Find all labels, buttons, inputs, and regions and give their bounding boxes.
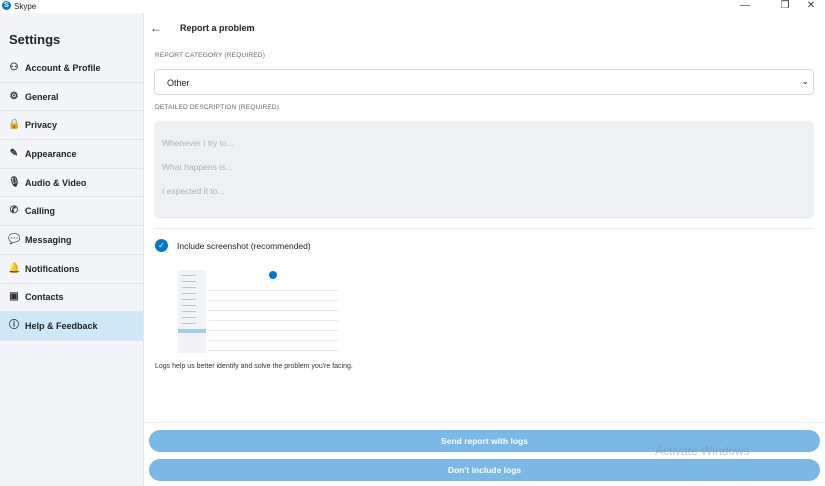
dont-include-logs-button[interactable]: Don't include logs <box>149 459 820 481</box>
placeholder-line: I expected it to... <box>162 186 225 196</box>
title-bar: S Skype — ❐ ✕ <box>0 0 825 13</box>
skype-logo-icon: S <box>2 1 11 10</box>
lock-icon: 🔒 <box>8 119 21 131</box>
sidebar-item-label: Privacy <box>25 120 58 131</box>
sidebar-item-appearance[interactable]: ✎ Appearance <box>0 140 143 169</box>
settings-sidebar: Settings ⚇ Account & Profile ⚙ General 🔒 Priv… <box>0 13 144 486</box>
page-title: Report a problem <box>180 23 255 33</box>
minimize-button[interactable]: — <box>735 0 755 12</box>
sidebar-item-messaging[interactable]: 💬 Messaging <box>0 226 143 255</box>
sidebar-item-label: Appearance <box>25 148 77 159</box>
sidebar-item-calling[interactable]: ✆ Calling <box>0 197 143 227</box>
person-icon: ⚇ <box>9 61 19 73</box>
category-select[interactable]: Other ⌄ <box>154 69 814 95</box>
sidebar-item-audio-video[interactable]: 🎙 Audio & Video <box>0 169 143 198</box>
bell-icon: 🔔 <box>8 262 21 274</box>
screenshot-thumbnail <box>178 270 340 353</box>
gear-icon: ⚙ <box>9 90 19 102</box>
sidebar-item-help-feedback[interactable]: ⓘ Help & Feedback <box>0 312 143 341</box>
chat-icon: 💬 <box>8 233 21 245</box>
placeholder-line: Whenever I try to... <box>162 138 234 148</box>
back-arrow-icon[interactable]: ← <box>150 21 162 35</box>
restore-button[interactable]: ❐ <box>775 0 795 12</box>
contacts-icon: ▣ <box>9 291 19 303</box>
sidebar-item-account-profile[interactable]: ⚇ Account & Profile <box>0 54 143 83</box>
sidebar-item-privacy[interactable]: 🔒 Privacy <box>0 111 143 141</box>
microphone-icon: 🎙 <box>8 176 21 188</box>
sidebar-item-label: Notifications <box>25 263 80 274</box>
sidebar-item-label: Account & Profile <box>25 62 101 73</box>
wand-icon: ✎ <box>9 147 19 159</box>
sidebar-item-contacts[interactable]: ▣ Contacts <box>0 284 143 313</box>
sidebar-item-label: Audio & Video <box>25 177 87 188</box>
sidebar-item-label: Messaging <box>25 234 72 245</box>
divider <box>154 228 814 229</box>
app-name: Skype <box>14 2 37 11</box>
phone-icon: ✆ <box>9 205 19 217</box>
description-input[interactable]: Whenever I try to... What happens is... … <box>154 121 814 219</box>
settings-nav: ⚇ Account & Profile ⚙ General 🔒 Privacy ✎ Appea… <box>0 54 143 341</box>
activate-windows-watermark: Activate Windows <box>655 444 750 458</box>
chevron-down-icon: ⌄ <box>801 76 809 86</box>
sidebar-item-label: General <box>25 91 59 102</box>
settings-title: Settings <box>9 32 61 47</box>
sidebar-item-label: Contacts <box>25 292 64 303</box>
placeholder-line: What happens is... <box>162 162 233 172</box>
description-label: DETAILED DESCRIPTION (REQUIRED) <box>155 104 280 111</box>
include-screenshot-label[interactable]: Include screenshot (recommended) <box>177 241 311 251</box>
info-icon: ⓘ <box>9 320 19 332</box>
sidebar-item-label: Help & Feedback <box>25 321 98 332</box>
category-value: Other <box>167 78 190 88</box>
category-label: REPORT CATEGORY (REQUIRED) <box>155 52 266 59</box>
sidebar-item-notifications[interactable]: 🔔 Notifications <box>0 255 143 284</box>
sidebar-item-general[interactable]: ⚙ General <box>0 83 143 112</box>
report-problem-panel: ← Report a problem REPORT CATEGORY (REQU… <box>145 13 825 486</box>
logs-info-text: Logs help us better identify and solve t… <box>155 363 353 370</box>
close-button[interactable]: ✕ <box>801 0 821 12</box>
footer-divider <box>145 422 825 423</box>
include-screenshot-checkbox[interactable]: ✓ <box>155 239 168 252</box>
sidebar-item-label: Calling <box>25 206 56 217</box>
